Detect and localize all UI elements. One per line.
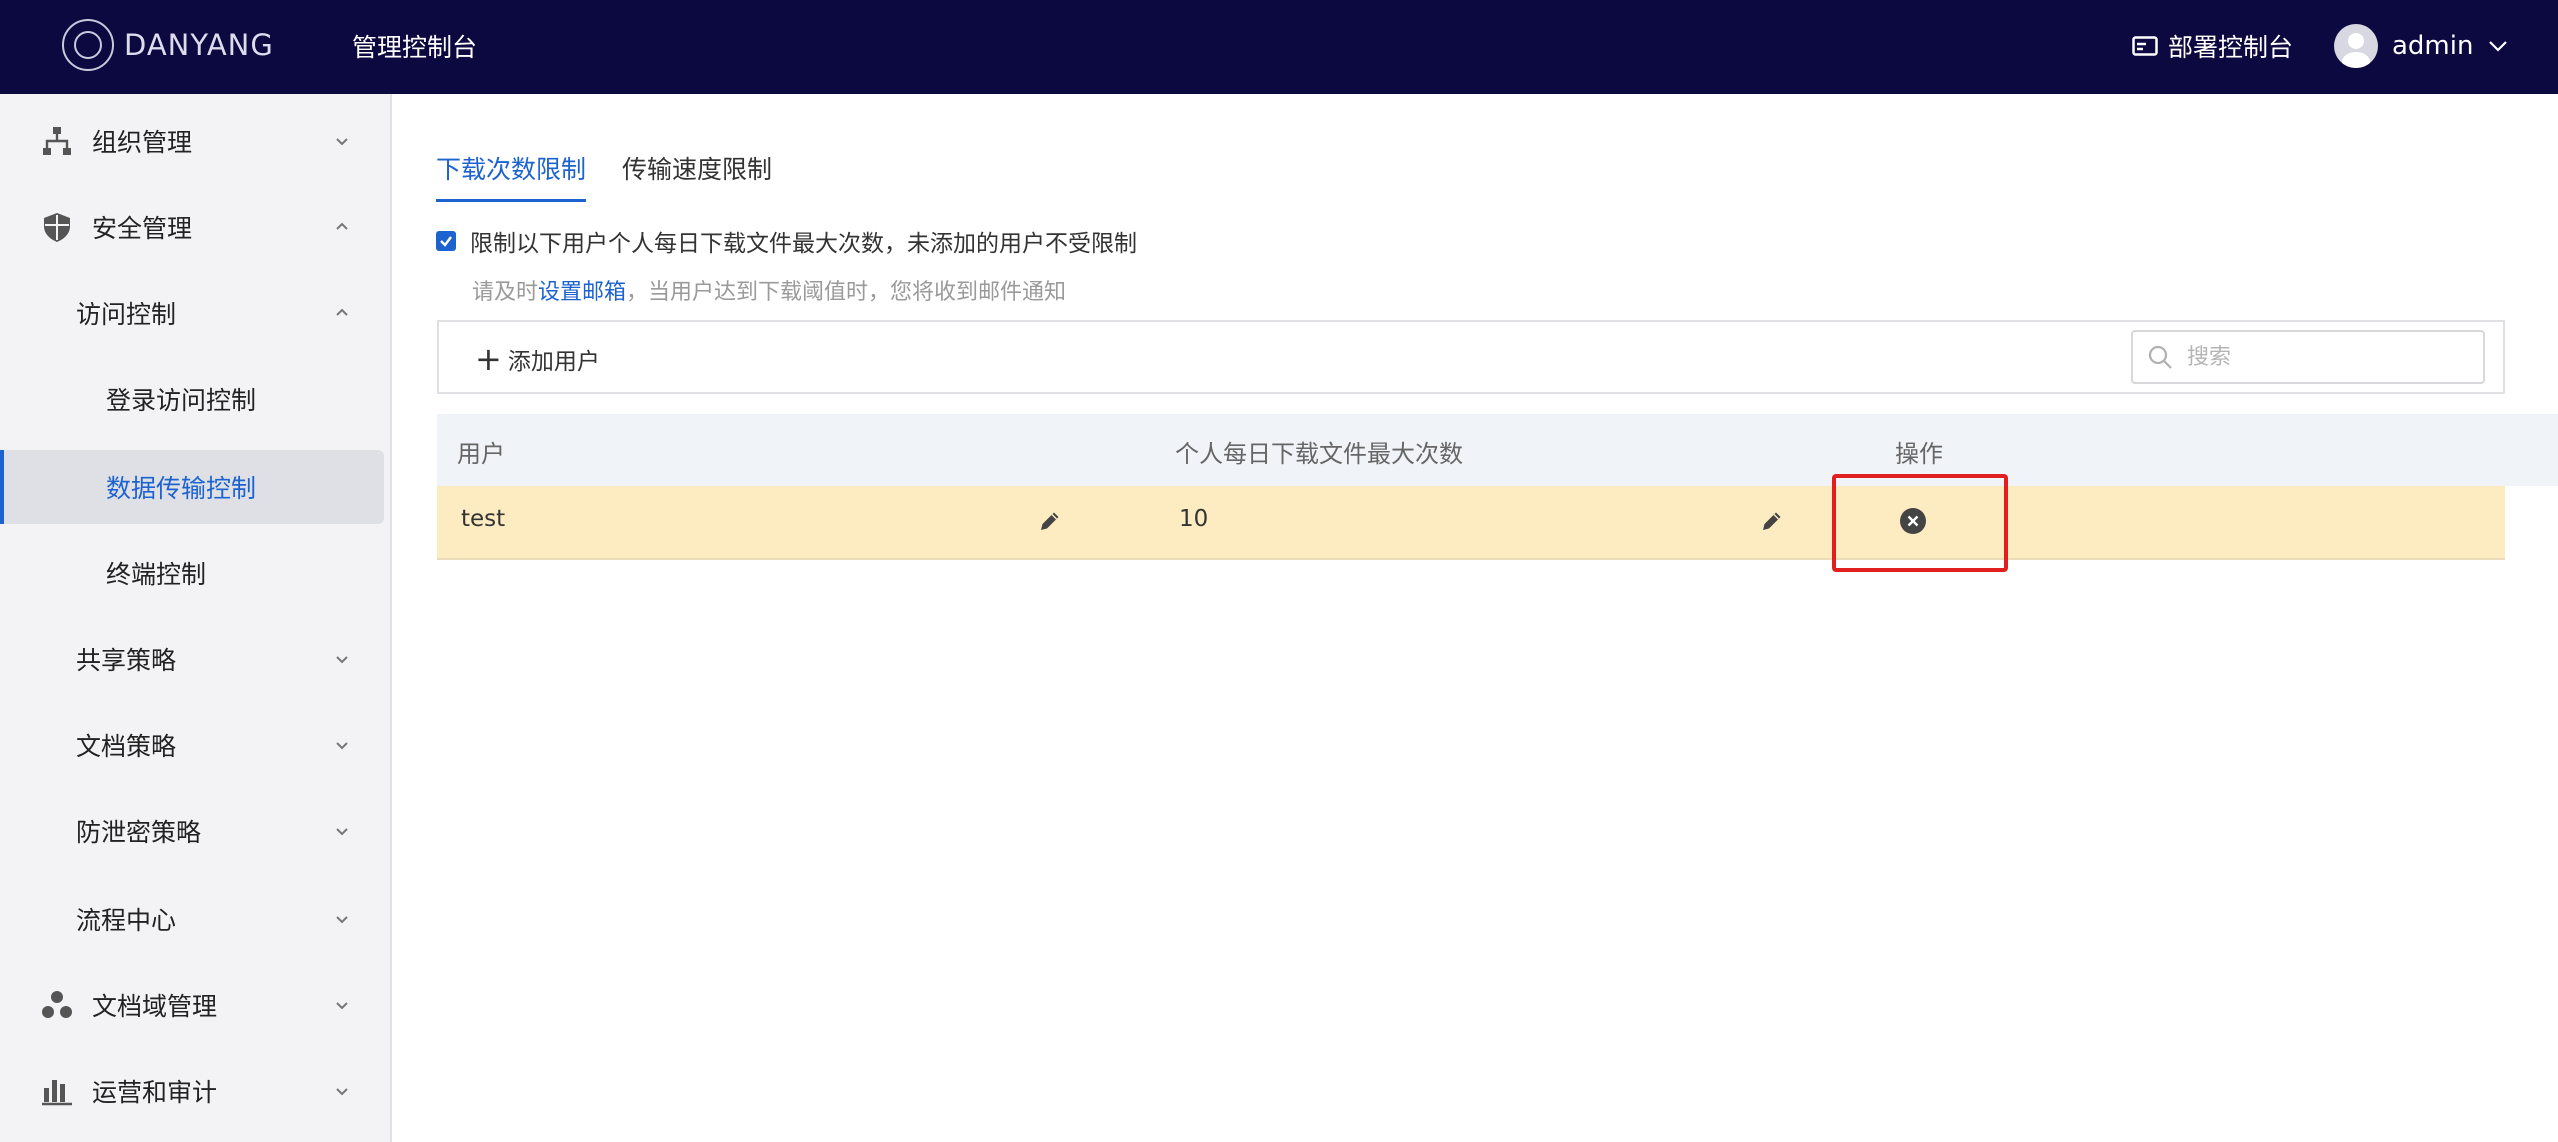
bar-chart-icon (42, 1080, 72, 1106)
annotation-highlight-box (1832, 474, 2008, 572)
search-icon (2148, 345, 2172, 369)
logo-icon (62, 19, 114, 71)
table-row: test 10 (437, 486, 2505, 560)
sidebar-item-security-management[interactable]: 安全管理 (0, 190, 390, 264)
brand-logo[interactable]: DANYANG (62, 19, 274, 71)
set-email-link[interactable]: 设置邮箱 (538, 280, 626, 305)
sidebar-item-terminal-control[interactable]: 终端控制 (0, 536, 390, 610)
edit-user-icon[interactable] (1037, 508, 1063, 534)
avatar (2334, 24, 2378, 68)
sidebar-item-document-policy[interactable]: 文档策略 (0, 708, 390, 782)
sidebar-item-label: 组织管理 (92, 128, 193, 157)
user-menu[interactable]: admin (2334, 24, 2509, 68)
add-user-label: 添加用户 (507, 349, 600, 375)
shield-icon (44, 213, 70, 242)
column-header-max-downloads: 个人每日下载文件最大次数 (1175, 440, 1463, 468)
sidebar-item-org-management[interactable]: 组织管理 (0, 104, 390, 178)
chevron-down-icon (336, 138, 348, 146)
table-header: 用户 个人每日下载文件最大次数 操作 (437, 414, 2558, 486)
user-name: admin (2392, 31, 2474, 61)
sidebar-item-dlp-policy[interactable]: 防泄密策略 (0, 794, 390, 868)
org-tree-icon (43, 127, 71, 155)
tab-transfer-speed-limit[interactable]: 传输速度限制 (622, 150, 772, 202)
sidebar-item-label: 安全管理 (92, 214, 193, 243)
chevron-down-icon (336, 742, 348, 750)
download-limit-toggle[interactable]: 限制以下用户个人每日下载文件最大次数，未添加的用户不受限制 (436, 224, 1137, 258)
column-header-user: 用户 (457, 440, 505, 468)
add-user-button[interactable]: + 添加用户 (475, 342, 600, 376)
user-icon (2342, 33, 2370, 68)
checkmark-icon (440, 236, 452, 247)
sidebar-item-label: 文档域管理 (92, 992, 218, 1021)
deploy-console-link[interactable]: 部署控制台 (2132, 28, 2293, 64)
sidebar-item-label: 防泄密策略 (76, 818, 202, 847)
chevron-down-icon (336, 916, 348, 924)
max-downloads-cell: 10 (1179, 506, 1209, 532)
limit-tabs: 下载次数限制 传输速度限制 (436, 150, 808, 202)
sidebar-item-label: 访问控制 (76, 300, 177, 329)
sidebar-item-label: 数据传输控制 (106, 474, 257, 503)
chevron-down-icon (2489, 41, 2508, 52)
sidebar-item-label: 流程中心 (76, 906, 177, 935)
deploy-console-label: 部署控制台 (2168, 33, 2294, 62)
table-toolbar: + 添加用户 (437, 320, 2505, 394)
sidebar-item-label: 登录访问控制 (106, 386, 257, 415)
search-box[interactable] (2131, 330, 2485, 384)
email-hint: 请及时设置邮箱，当用户达到下载阈值时，您将收到邮件通知 (472, 274, 1066, 306)
user-cell: test (461, 506, 506, 532)
sidebar-item-sharing-policy[interactable]: 共享策略 (0, 622, 390, 696)
sidebar: 组织管理 安全管理 访问控制 登录访问控制 数据传输控制 终端控制 共享策略 文… (0, 94, 392, 1142)
sidebar-item-label: 运营和审计 (92, 1078, 218, 1107)
download-limit-checkbox-label: 限制以下用户个人每日下载文件最大次数，未添加的用户不受限制 (470, 231, 1137, 257)
sidebar-item-access-control[interactable]: 访问控制 (0, 276, 390, 350)
sidebar-item-document-domain[interactable]: 文档域管理 (0, 968, 390, 1042)
cluster-icon (42, 991, 72, 1018)
top-bar: DANYANG 管理控制台 部署控制台 admin (0, 0, 2558, 94)
download-limit-checkbox[interactable] (436, 231, 456, 251)
hint-suffix: ，当用户达到下载阈值时，您将收到邮件通知 (626, 280, 1067, 305)
sidebar-item-workflow-center[interactable]: 流程中心 (0, 882, 390, 956)
search-input[interactable] (2185, 343, 2449, 371)
chevron-down-icon (336, 656, 348, 664)
plus-icon: + (475, 340, 502, 378)
sidebar-item-data-transfer-control[interactable]: 数据传输控制 (0, 450, 384, 524)
chevron-up-icon (336, 308, 348, 316)
sidebar-item-label: 文档策略 (76, 732, 177, 761)
tab-download-count-limit[interactable]: 下载次数限制 (436, 150, 587, 202)
sidebar-item-operations-audit[interactable]: 运营和审计 (0, 1054, 390, 1128)
sidebar-item-label: 共享策略 (76, 646, 177, 675)
sidebar-item-label: 终端控制 (106, 560, 207, 589)
console-title: 管理控制台 (352, 33, 478, 62)
sidebar-item-login-access-control[interactable]: 登录访问控制 (0, 362, 390, 436)
server-icon (2132, 36, 2158, 56)
chevron-up-icon (336, 222, 348, 230)
hint-prefix: 请及时 (472, 280, 539, 305)
chevron-down-icon (336, 1088, 348, 1096)
brand-name: DANYANG (124, 28, 274, 62)
edit-max-downloads-icon[interactable] (1759, 508, 1785, 534)
chevron-down-icon (336, 1002, 348, 1010)
column-header-actions: 操作 (1895, 440, 1943, 468)
chevron-down-icon (336, 828, 348, 836)
